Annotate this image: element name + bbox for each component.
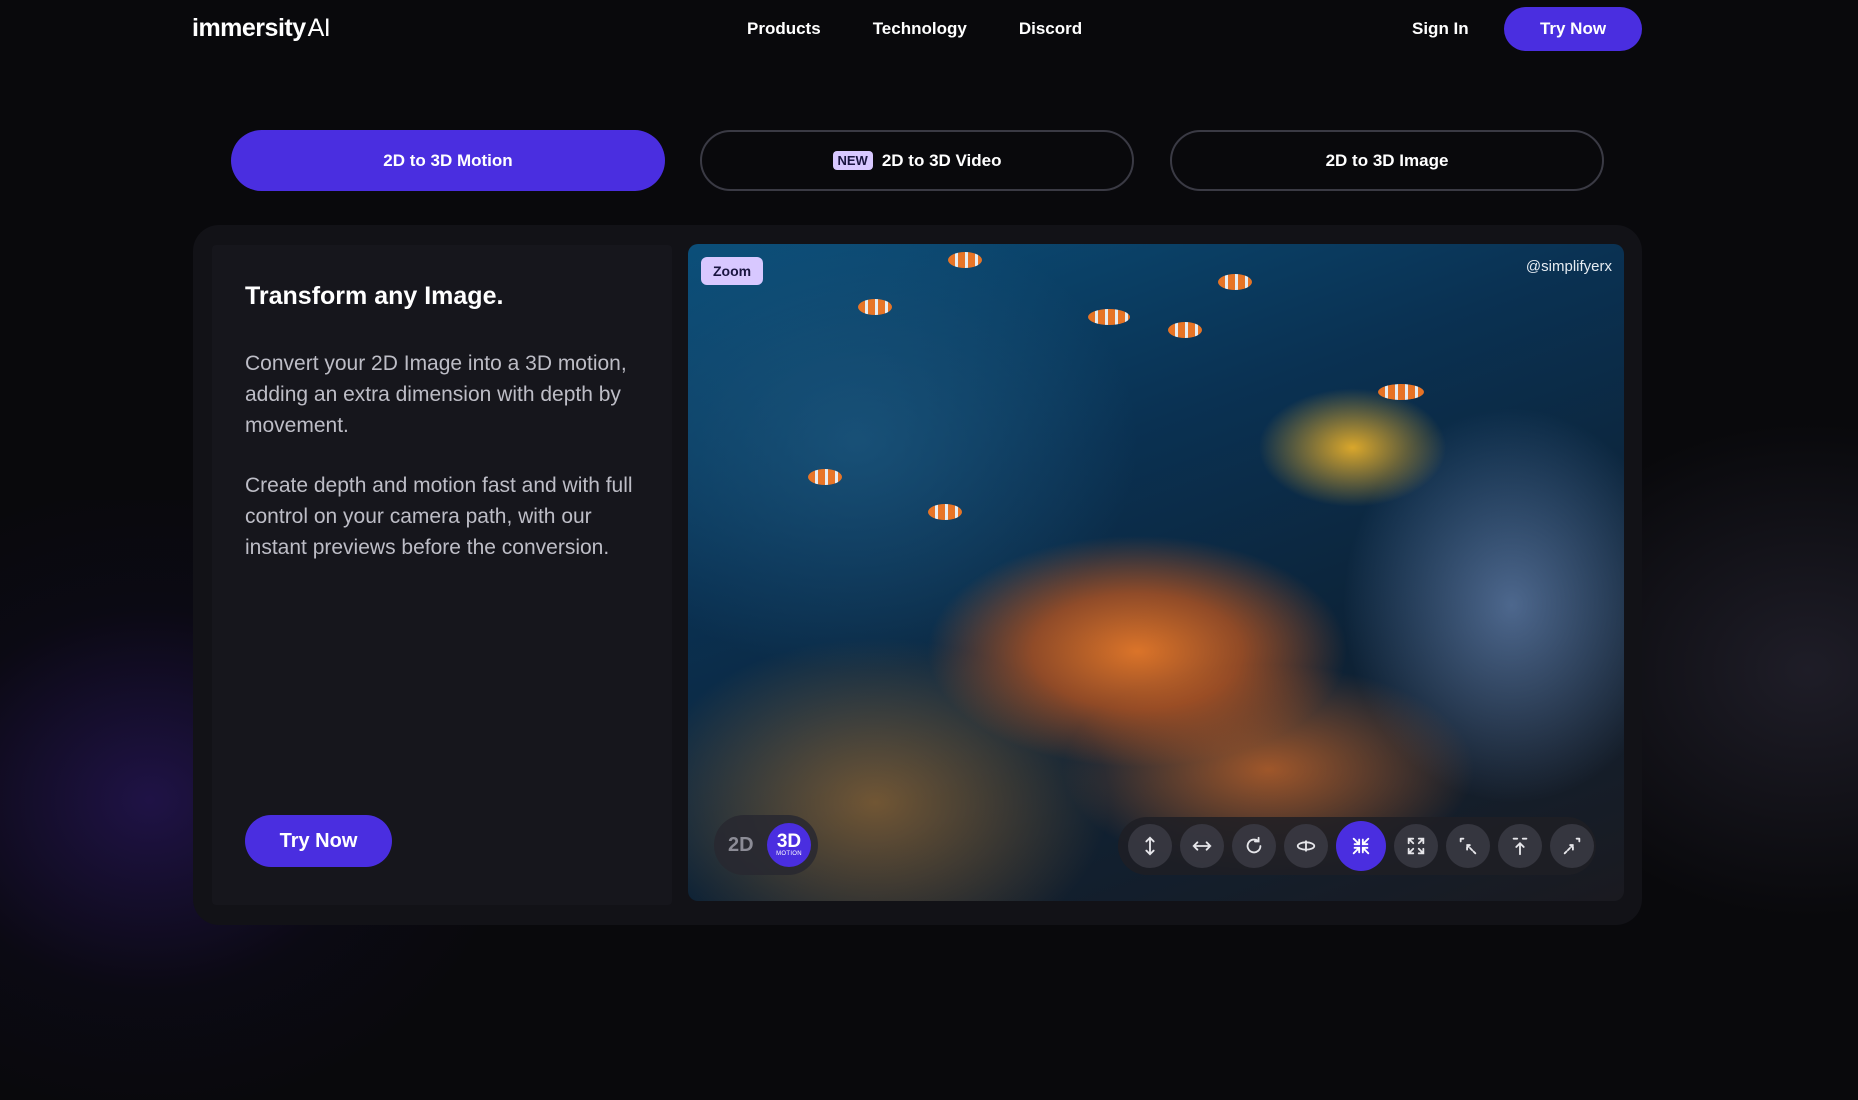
tab-2d-to-3d-motion[interactable]: 2D to 3D Motion bbox=[231, 130, 665, 191]
horizontal-arrows-icon bbox=[1192, 841, 1212, 851]
try-now-button[interactable]: Try Now bbox=[245, 815, 392, 867]
orbit-icon bbox=[1296, 840, 1316, 852]
logo-wordmark: immersity bbox=[192, 14, 306, 42]
site-header: immersityAI Products Technology Discord … bbox=[0, 0, 1858, 58]
feature-description-card bbox=[212, 245, 672, 905]
tab-label: 2D to 3D Video bbox=[881, 150, 1002, 170]
horizontal-motion-button[interactable] bbox=[1180, 824, 1224, 868]
try-now-header-button[interactable]: Try Now bbox=[1504, 7, 1642, 51]
zoom-out-motion-button[interactable] bbox=[1394, 824, 1438, 868]
zoom-in-motion-button[interactable] bbox=[1336, 821, 1386, 871]
fish-shape bbox=[858, 299, 892, 315]
fish-shape bbox=[1218, 274, 1252, 290]
dolly-right-motion-button[interactable] bbox=[1550, 824, 1594, 868]
fish-shape bbox=[808, 469, 842, 485]
camera-mode-badge: Zoom bbox=[701, 257, 764, 285]
motion-controls-bar bbox=[1118, 817, 1596, 875]
sign-in-link[interactable]: Sign In bbox=[1412, 19, 1469, 39]
fish-shape bbox=[928, 504, 962, 520]
watermark: @simplifyerx bbox=[1525, 258, 1612, 275]
vertical-arrows-icon bbox=[1145, 836, 1155, 856]
fish-shape bbox=[948, 252, 982, 268]
fish-shape bbox=[1088, 309, 1130, 325]
dolly-left-icon bbox=[1459, 837, 1477, 855]
2d-3d-toggle[interactable]: 2D 3D MOTION bbox=[714, 815, 818, 875]
circle-arrow-icon bbox=[1246, 836, 1262, 854]
fish-shape bbox=[1378, 384, 1424, 400]
nav-technology[interactable]: Technology bbox=[873, 19, 967, 39]
logo[interactable]: immersityAI bbox=[192, 14, 331, 43]
dolly-up-icon bbox=[1512, 837, 1528, 856]
preview-image[interactable]: Zoom @simplifyerx 2D 3D MOTION bbox=[688, 244, 1624, 901]
feature-paragraph-1: Convert your 2D Image into a 3D motion, … bbox=[245, 352, 627, 437]
tab-label: 2D to 3D Motion bbox=[383, 150, 513, 170]
dolly-left-motion-button[interactable] bbox=[1446, 824, 1490, 868]
dolly-up-motion-button[interactable] bbox=[1498, 824, 1542, 868]
feature-paragraph-2: Create depth and motion fast and with fu… bbox=[245, 474, 633, 559]
nav-products[interactable]: Products bbox=[747, 19, 821, 39]
zoom-out-arrows-icon bbox=[1407, 837, 1425, 855]
toggle-3d-sublabel: MOTION bbox=[776, 851, 802, 857]
logo-suffix: AI bbox=[307, 14, 331, 42]
main-nav: Products Technology Discord bbox=[747, 19, 1082, 39]
fish-shape bbox=[1168, 322, 1202, 338]
toggle-3d-label: 3D bbox=[776, 831, 802, 852]
dolly-right-icon bbox=[1563, 837, 1581, 855]
circle-motion-button[interactable] bbox=[1232, 824, 1276, 868]
tab-2d-to-3d-video[interactable]: NEW 2D to 3D Video bbox=[700, 130, 1134, 191]
vertical-motion-button[interactable] bbox=[1128, 824, 1172, 868]
new-badge: NEW bbox=[832, 151, 873, 170]
nav-discord[interactable]: Discord bbox=[1019, 19, 1082, 39]
tab-2d-to-3d-image[interactable]: 2D to 3D Image bbox=[1170, 130, 1604, 191]
feature-heading: Transform any Image. bbox=[245, 282, 504, 310]
toggle-2d-label[interactable]: 2D bbox=[728, 834, 754, 857]
zoom-in-arrows-icon bbox=[1352, 837, 1370, 855]
orbit-motion-button[interactable] bbox=[1284, 824, 1328, 868]
tab-label: 2D to 3D Image bbox=[1325, 150, 1449, 170]
toggle-3d-button[interactable]: 3D MOTION bbox=[767, 823, 811, 867]
